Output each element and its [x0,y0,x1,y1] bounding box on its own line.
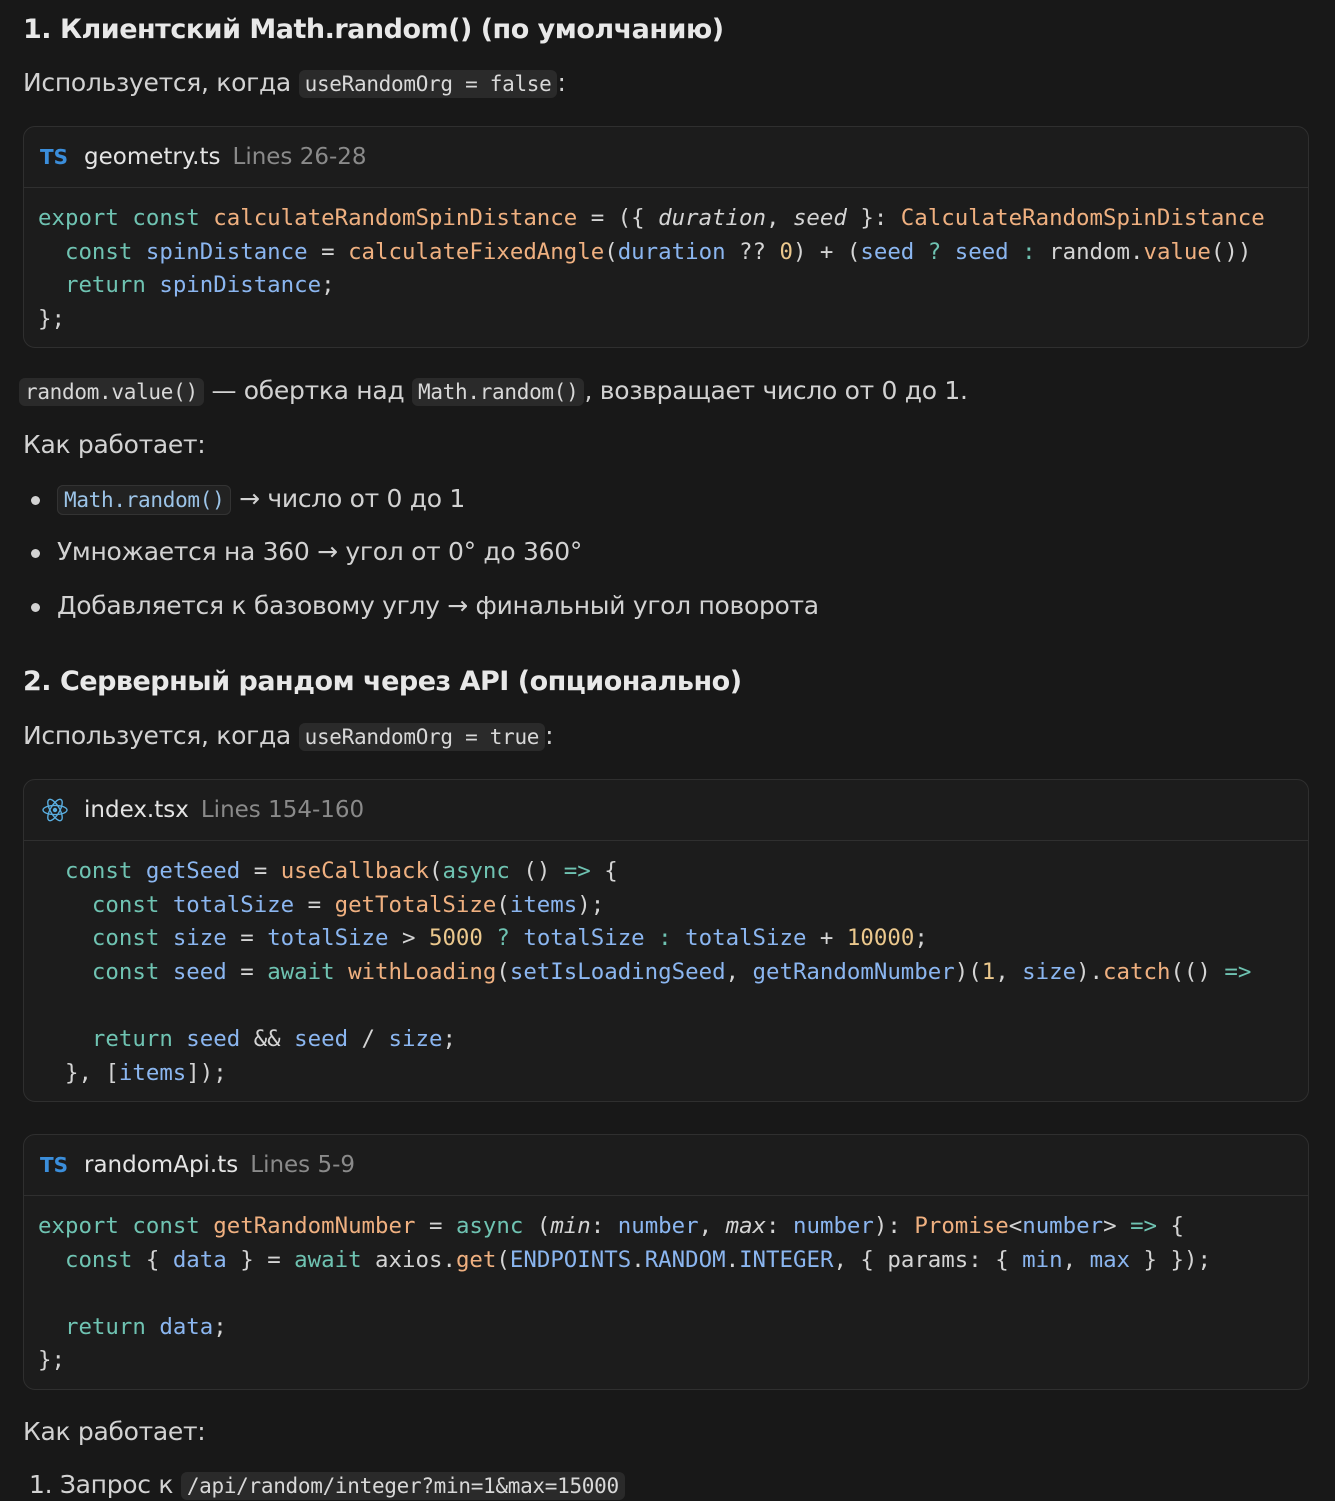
random-value-note: random.value() — обертка над Math.random… [19,376,968,406]
code-block-header[interactable]: TS geometry.ts Lines 26-28 [24,127,1308,188]
code-line: const { data } = await axios.get(ENDPOIN… [64,1246,1211,1273]
typescript-icon: TS [40,1153,69,1177]
code-block-index: index.tsx Lines 154-160 const getSeed = … [23,779,1309,1102]
used-when-suffix: : [557,68,566,97]
code-line: return seed && seed / size; [91,1025,456,1052]
code-block-header[interactable]: index.tsx Lines 154-160 [24,780,1308,841]
line-range: Lines 26-28 [232,144,367,170]
code-line: const totalSize = getTotalSize(items); [91,891,605,918]
code-line: return data; [64,1313,227,1340]
code-block-header[interactable]: TS randomApi.ts Lines 5-9 [24,1135,1308,1196]
code-line: const size = totalSize > 5000 ? totalSiz… [91,925,928,952]
inline-code: Math.random() [412,378,585,406]
typescript-icon: TS [40,145,69,169]
code-line: }; [38,305,65,332]
section1-heading: 1. Клиентский Math.random() (по умолчани… [23,14,724,45]
used-when-text: Используется, когда [23,68,291,97]
code-line: const spinDistance = calculateFixedAngle… [64,238,1252,265]
used-when-suffix: : [545,721,554,750]
line-range: Lines 5-9 [250,1152,356,1178]
code-line: export const getRandomNumber = async (mi… [38,1213,1185,1239]
inline-code: useRandomOrg = false [298,70,558,98]
inline-code: useRandomOrg = true [298,723,546,751]
code-line: }, [items]); [38,1059,227,1086]
line-range: Lines 154-160 [200,797,365,823]
code-block-randomapi: TS randomApi.ts Lines 5-9 export const g… [23,1134,1309,1390]
section2-used-when: Используется, когда useRandomOrg = true: [23,721,554,751]
code-content: export const getRandomNumber = async (mi… [24,1196,1308,1389]
chat-answer: 1. Клиентский Math.random() (по умолчани… [0,0,1335,1501]
react-icon [42,798,68,822]
file-name[interactable]: geometry.ts [84,144,221,170]
file-name[interactable]: index.tsx [84,797,189,823]
file-name[interactable]: randomApi.ts [84,1152,238,1178]
code-line: const getSeed = useCallback(async () => … [64,858,618,884]
section1-used-when: Используется, когда useRandomOrg = false… [23,68,566,98]
list-item: Добавляется к базовому углу → финальный … [23,591,819,620]
inline-code: /api/random/integer?min=1&max=15000 [180,1472,625,1500]
note-text: , возвращает число от 0 до 1. [584,376,968,405]
code-content: export const calculateRandomSpinDistance… [24,188,1308,347]
list-item: Умножается на 360 → угол от 0° до 360° [23,537,582,566]
code-line: const seed = await withLoading(setIsLoad… [91,958,1252,985]
step-1: 1. Запрос к /api/random/integer?min=1&ma… [29,1470,625,1500]
code-content: const getSeed = useCallback(async () => … [24,841,1308,1101]
inline-code: Math.random() [57,485,232,515]
code-line: export const calculateRandomSpinDistance… [38,205,1265,231]
inline-code: random.value() [19,378,204,406]
how-it-works-label: Как работает: [23,430,206,459]
section2-heading: 2. Серверный рандом через API (опциональ… [23,666,742,697]
step-text: 1. Запрос к [29,1470,174,1499]
code-line: }; [38,1347,65,1374]
code-line: return spinDistance; [64,272,335,299]
how-it-works-label-2: Как работает: [23,1417,206,1446]
list-item-text: → число от 0 до 1 [231,484,465,513]
list-item: Math.random() → число от 0 до 1 [23,484,465,515]
used-when-text: Используется, когда [23,721,291,750]
note-text: — обертка над [203,376,412,405]
code-block-geometry: TS geometry.ts Lines 26-28 export const … [23,126,1309,348]
